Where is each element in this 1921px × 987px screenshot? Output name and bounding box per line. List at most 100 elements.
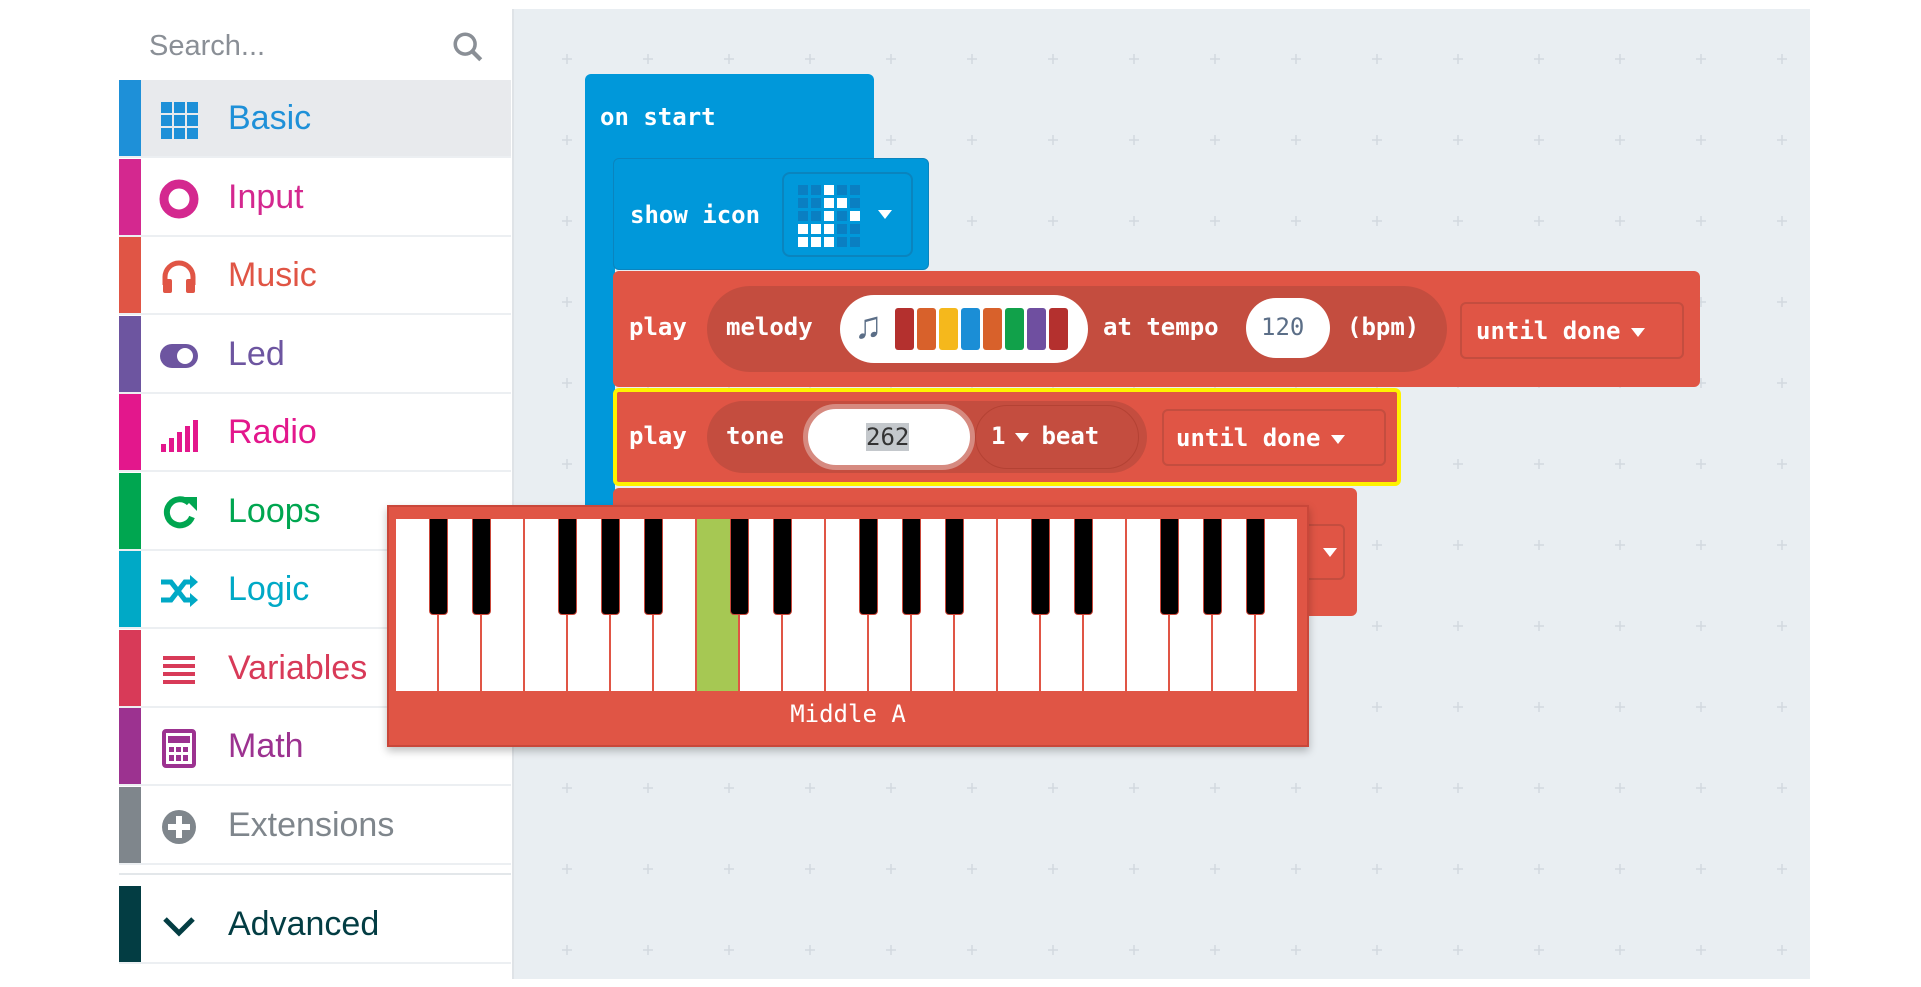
- led-off: [811, 198, 821, 208]
- piano-black-key[interactable]: [945, 519, 964, 615]
- chevron-down-icon: [163, 917, 195, 937]
- piano-black-key[interactable]: [429, 519, 448, 615]
- led-on: [824, 198, 834, 208]
- category-label: Math: [228, 727, 304, 765]
- led-on: [811, 237, 821, 247]
- piano-black-key[interactable]: [773, 519, 792, 615]
- led-on: [824, 224, 834, 234]
- category-color-bar: [119, 237, 141, 313]
- category-color-bar: [119, 886, 141, 962]
- melody-mode-dropdown[interactable]: until done: [1460, 302, 1684, 359]
- calculator-icon: [162, 729, 196, 768]
- plus-circle-icon: [162, 809, 196, 844]
- category-color-bar: [119, 158, 141, 235]
- category-extensions[interactable]: Extensions: [119, 786, 511, 865]
- play-label: play: [629, 313, 687, 341]
- tone-value: 262: [866, 423, 910, 451]
- melody-editor-field[interactable]: ♫: [840, 295, 1088, 363]
- piano-black-key[interactable]: [1246, 519, 1265, 615]
- on-start-spine: [585, 150, 615, 510]
- category-advanced[interactable]: Advanced: [119, 886, 511, 964]
- piano-black-key[interactable]: [1203, 519, 1222, 615]
- note-name-label: Middle A: [790, 700, 906, 728]
- melody-label: melody: [726, 313, 813, 341]
- melody-note: [939, 308, 958, 350]
- headphones-icon: [162, 260, 196, 293]
- melody-note: [1027, 308, 1046, 350]
- category-color-bar: [119, 472, 141, 549]
- on-start-block[interactable]: on start: [585, 74, 874, 164]
- led-off: [837, 237, 847, 247]
- toggle-icon: [160, 343, 198, 368]
- bpm-label: (bpm): [1347, 313, 1420, 341]
- led-off: [850, 224, 860, 234]
- category-music[interactable]: Music: [119, 237, 511, 315]
- led-on: [798, 237, 808, 247]
- mode-value: until done: [1176, 424, 1321, 452]
- mode-value: until done: [1476, 317, 1621, 345]
- search-input[interactable]: Search...: [149, 30, 265, 63]
- piano-black-key[interactable]: [558, 519, 577, 615]
- melody-note: [1049, 308, 1068, 350]
- led-off: [811, 185, 821, 195]
- led-on: [811, 224, 821, 234]
- tone-mode-dropdown[interactable]: until done: [1162, 409, 1386, 466]
- led-off: [837, 224, 847, 234]
- piano-black-key[interactable]: [1160, 519, 1179, 615]
- shuffle-icon: [161, 575, 198, 607]
- play-melody-block[interactable]: play melody ♫ at tempo 120 (bpm) until d…: [613, 271, 1700, 387]
- show-icon-label: show icon: [630, 201, 761, 229]
- show-icon-block[interactable]: show icon: [613, 158, 929, 270]
- led-off: [798, 211, 808, 221]
- piano-picker[interactable]: Middle A: [387, 505, 1309, 747]
- dropdown-arrow-icon: [878, 210, 892, 219]
- search-box[interactable]: Search...: [119, 10, 511, 80]
- play-tone-block[interactable]: play tone 262 1 beat until done: [613, 388, 1401, 486]
- at-tempo-label: at tempo: [1103, 313, 1219, 341]
- category-label: Variables: [228, 648, 368, 687]
- category-color-bar: [119, 786, 141, 863]
- dropdown-arrow-icon: [1630, 327, 1645, 337]
- piano-black-key[interactable]: [601, 519, 620, 615]
- category-label: Radio: [228, 413, 317, 451]
- piano-black-key[interactable]: [1031, 519, 1050, 615]
- led-off: [850, 237, 860, 247]
- led-off: [850, 185, 860, 195]
- led-on: [824, 211, 834, 221]
- tempo-value: 120: [1261, 313, 1305, 341]
- led-off: [798, 198, 808, 208]
- led-on: [798, 224, 808, 234]
- tempo-input[interactable]: 120: [1246, 298, 1330, 358]
- category-color-bar: [119, 629, 141, 706]
- piano-black-key[interactable]: [1074, 519, 1093, 615]
- category-label: Advanced: [228, 905, 380, 943]
- category-color-bar: [119, 708, 141, 784]
- grid-icon: [161, 102, 198, 139]
- piano-black-key[interactable]: [644, 519, 663, 615]
- category-label: Extensions: [228, 805, 395, 844]
- on-start-label: on start: [600, 103, 716, 131]
- category-label: Input: [228, 177, 304, 216]
- search-icon[interactable]: [451, 30, 485, 64]
- input-circle-icon: [159, 179, 199, 218]
- category-radio[interactable]: Radio: [119, 394, 511, 472]
- category-label: Logic: [228, 570, 310, 608]
- dropdown-arrow-icon: [1015, 432, 1030, 442]
- piano-black-key[interactable]: [730, 519, 749, 615]
- category-basic[interactable]: Basic: [119, 80, 511, 158]
- tone-input[interactable]: 262: [803, 404, 975, 470]
- led-off: [850, 198, 860, 208]
- category-label: Basic: [228, 99, 312, 137]
- led-off: [837, 211, 847, 221]
- category-label: Led: [228, 334, 285, 373]
- led-off: [811, 211, 821, 221]
- category-input[interactable]: Input: [119, 158, 511, 237]
- piano-black-key[interactable]: [472, 519, 491, 615]
- led-off: [837, 185, 847, 195]
- category-led[interactable]: Led: [119, 315, 511, 394]
- icon-picker[interactable]: [782, 172, 913, 257]
- piano-black-key[interactable]: [859, 519, 878, 615]
- led-on: [837, 198, 847, 208]
- music-note-icon: ♫: [854, 305, 883, 347]
- piano-black-key[interactable]: [902, 519, 921, 615]
